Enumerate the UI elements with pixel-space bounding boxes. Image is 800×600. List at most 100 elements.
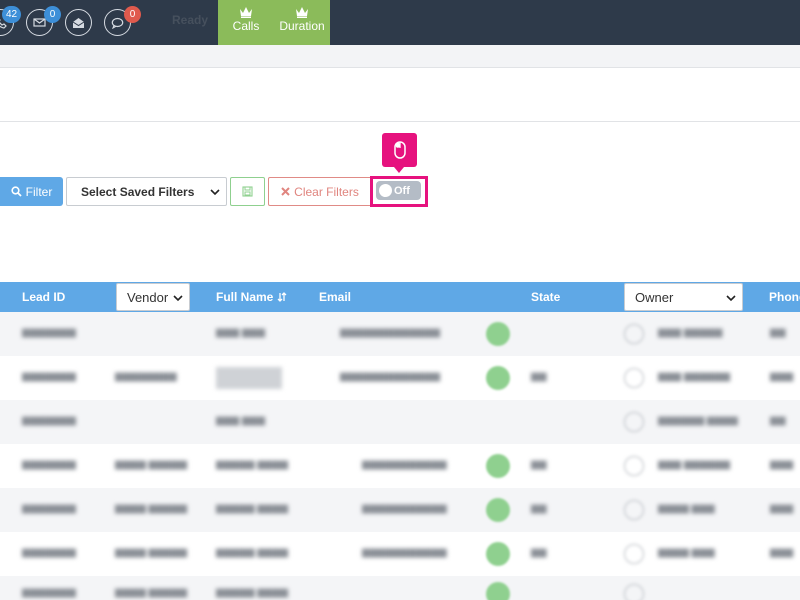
avatar [624, 324, 644, 344]
table-row[interactable]: ▆▆▆▆▆▆▆ ▆▆▆▆ ▆▆▆▆▆ ▆▆▆▆▆ ▆▆▆▆ ▆▆▆▆▆▆▆▆▆▆… [0, 488, 800, 532]
crown-icon [296, 7, 308, 18]
table-header: Lead ID Vendor Full Name Email State Own… [0, 282, 800, 312]
floppy-disk-icon [242, 186, 253, 197]
close-icon [281, 187, 290, 196]
avatar [624, 500, 644, 520]
blurred-cell: ▆▆▆ ▆▆▆ [216, 327, 265, 338]
blurred-cell: ▆▆▆▆▆▆▆ [22, 415, 76, 426]
clear-filters-label: Clear Filters [294, 184, 359, 199]
table-body: ▆▆▆▆▆▆▆ ▆▆▆ ▆▆▆ ▆▆▆▆▆▆▆▆▆▆▆▆▆ ▆▆▆ ▆▆▆▆▆ … [0, 312, 800, 600]
blurred-cell: ▆▆▆▆ ▆▆▆ [658, 547, 715, 558]
blurred-cell: ▆▆▆▆▆▆▆ [22, 459, 76, 470]
blurred-cell: ▆▆▆ [770, 547, 794, 558]
status-dot [486, 322, 510, 346]
blurred-cell: ▆▆▆▆▆▆▆▆▆▆▆ [362, 459, 447, 470]
avatar [624, 412, 644, 432]
blurred-cell: ▆▆▆▆▆▆▆ [22, 587, 76, 598]
blurred-cell: ▆▆▆▆▆ ▆▆▆▆ [216, 587, 288, 598]
subheader-band [0, 45, 800, 68]
blurred-cell: ▆▆▆▆▆▆▆▆▆▆▆▆▆ [340, 371, 440, 382]
tab-duration-label: Duration [279, 19, 325, 33]
blurred-cell: ▆▆▆▆▆▆▆ [22, 547, 76, 558]
blurred-cell: ▆▆▆▆▆ ▆▆▆▆ [216, 547, 288, 558]
blurred-cell: ▆▆ [770, 327, 786, 338]
app-window: 42 0 0 Ready Calls Duration Filter Selec… [0, 0, 800, 600]
table-row[interactable]: ▆▆▆▆▆▆▆ ▆▆▆▆ ▆▆▆▆▆ ▆▆▆▆▆ ▆▆▆▆ [0, 576, 800, 600]
blurred-cell: ▆▆▆▆ ▆▆▆▆▆ [115, 547, 187, 558]
chat-count-badge: 0 [124, 6, 141, 23]
toggle-knob [379, 184, 392, 197]
blurred-cell: ▆▆▆▆▆ ▆▆▆▆ [216, 459, 288, 470]
top-navigation-bar: 42 0 0 Ready Calls Duration [0, 0, 800, 45]
blurred-cell: ▆▆▆▆▆▆▆ [22, 503, 76, 514]
clear-filters-button[interactable]: Clear Filters [268, 177, 372, 206]
blurred-cell: ▆▆▆▆ ▆▆▆▆▆ [115, 503, 187, 514]
blurred-cell: ▆▆▆ ▆▆▆▆▆ [658, 327, 723, 338]
chevron-down-icon [210, 189, 220, 196]
agent-status: Ready [172, 13, 209, 27]
filter-button[interactable]: Filter [0, 177, 63, 206]
blurred-cell: ▆▆ [531, 547, 547, 558]
blurred-image [216, 367, 282, 389]
blurred-cell: ▆▆▆▆▆▆▆▆▆▆▆ [362, 547, 447, 558]
status-dot [486, 498, 510, 522]
blurred-cell: ▆▆▆▆▆▆▆▆▆▆▆ [362, 503, 447, 514]
vendor-filter-value: Vendor [127, 289, 169, 305]
blurred-cell: ▆▆▆ [770, 503, 794, 514]
blurred-cell: ▆▆▆ [770, 459, 794, 470]
column-header-email[interactable]: Email [319, 282, 351, 312]
table-row[interactable]: ▆▆▆▆▆▆▆ ▆▆▆ ▆▆▆ ▆▆▆▆▆▆▆▆▆▆▆▆▆ ▆▆▆ ▆▆▆▆▆ … [0, 312, 800, 356]
blurred-cell: ▆▆ [531, 503, 547, 514]
blurred-cell: ▆▆▆ ▆▆▆ [216, 415, 265, 426]
tab-duration[interactable]: Duration [274, 0, 330, 45]
table-row[interactable]: ▆▆▆▆▆▆▆ ▆▆▆▆ ▆▆▆▆▆ ▆▆▆▆▆ ▆▆▆▆ ▆▆▆▆▆▆▆▆▆▆… [0, 532, 800, 576]
blurred-cell: ▆▆▆▆ ▆▆▆ [658, 503, 715, 514]
tab-calls-label: Calls [232, 19, 260, 33]
avatar [624, 368, 644, 388]
column-header-full-name[interactable]: Full Name [216, 282, 287, 312]
avatar [624, 456, 644, 476]
chevron-down-icon [173, 295, 183, 302]
table-row[interactable]: ▆▆▆▆▆▆▆ ▆▆▆ ▆▆▆ ▆▆▆▆▆▆ ▆▆▆▆ ▆▆ [0, 400, 800, 444]
status-dot [486, 542, 510, 566]
filter-toggle-switch[interactable]: Off [376, 181, 421, 200]
envelope-open-icon[interactable] [65, 9, 92, 36]
sort-icon [277, 292, 287, 302]
status-dot [486, 366, 510, 390]
table-row[interactable]: ▆▆▆▆▆▆▆ ▆▆▆▆ ▆▆▆▆▆ ▆▆▆▆▆ ▆▆▆▆ ▆▆▆▆▆▆▆▆▆▆… [0, 444, 800, 488]
vendor-filter-select[interactable]: Vendor [116, 283, 190, 311]
status-dot [486, 582, 510, 600]
blurred-cell: ▆▆▆▆▆▆ ▆▆▆▆ [658, 415, 738, 426]
table-row[interactable]: ▆▆▆▆▆▆▆ ▆▆▆▆▆▆▆▆ ▆▆▆▆▆▆▆▆▆▆▆▆▆ ▆▆ ▆▆▆ ▆▆… [0, 356, 800, 400]
blurred-cell: ▆▆ [531, 371, 547, 382]
column-header-phone[interactable]: Phone [769, 282, 800, 312]
blurred-cell: ▆▆▆▆▆▆▆▆▆▆▆▆▆ [340, 327, 440, 338]
phone-count-badge: 42 [2, 6, 22, 23]
blurred-cell: ▆▆ [770, 415, 786, 426]
blurred-cell: ▆▆▆▆▆▆▆ [22, 327, 76, 338]
column-header-state[interactable]: State [531, 282, 560, 312]
content-header [0, 68, 800, 122]
search-icon [11, 186, 22, 197]
save-filter-button[interactable] [230, 177, 265, 206]
tab-calls[interactable]: Calls [218, 0, 274, 45]
toggle-label: Off [394, 184, 410, 197]
chevron-down-icon [726, 295, 736, 302]
saved-filters-select[interactable]: Select Saved Filters [66, 177, 227, 206]
avatar [624, 544, 644, 564]
stats-tabs: Calls Duration [218, 0, 330, 45]
blurred-cell: ▆▆▆▆▆ ▆▆▆▆ [216, 503, 288, 514]
owner-filter-select[interactable]: Owner [624, 283, 743, 311]
full-name-label: Full Name [216, 290, 274, 304]
filter-button-label: Filter [25, 184, 53, 199]
mouse-icon [393, 141, 406, 159]
status-dot [486, 454, 510, 478]
owner-filter-value: Owner [635, 289, 674, 305]
click-hint-marker [382, 133, 417, 173]
avatar [624, 584, 644, 600]
crown-icon [240, 7, 252, 18]
blurred-cell: ▆▆▆ ▆▆▆▆▆▆ [658, 371, 730, 382]
blurred-cell: ▆▆▆▆▆▆▆ [22, 371, 76, 382]
blurred-cell: ▆▆▆ [770, 371, 794, 382]
column-header-lead-id[interactable]: Lead ID [22, 282, 65, 312]
